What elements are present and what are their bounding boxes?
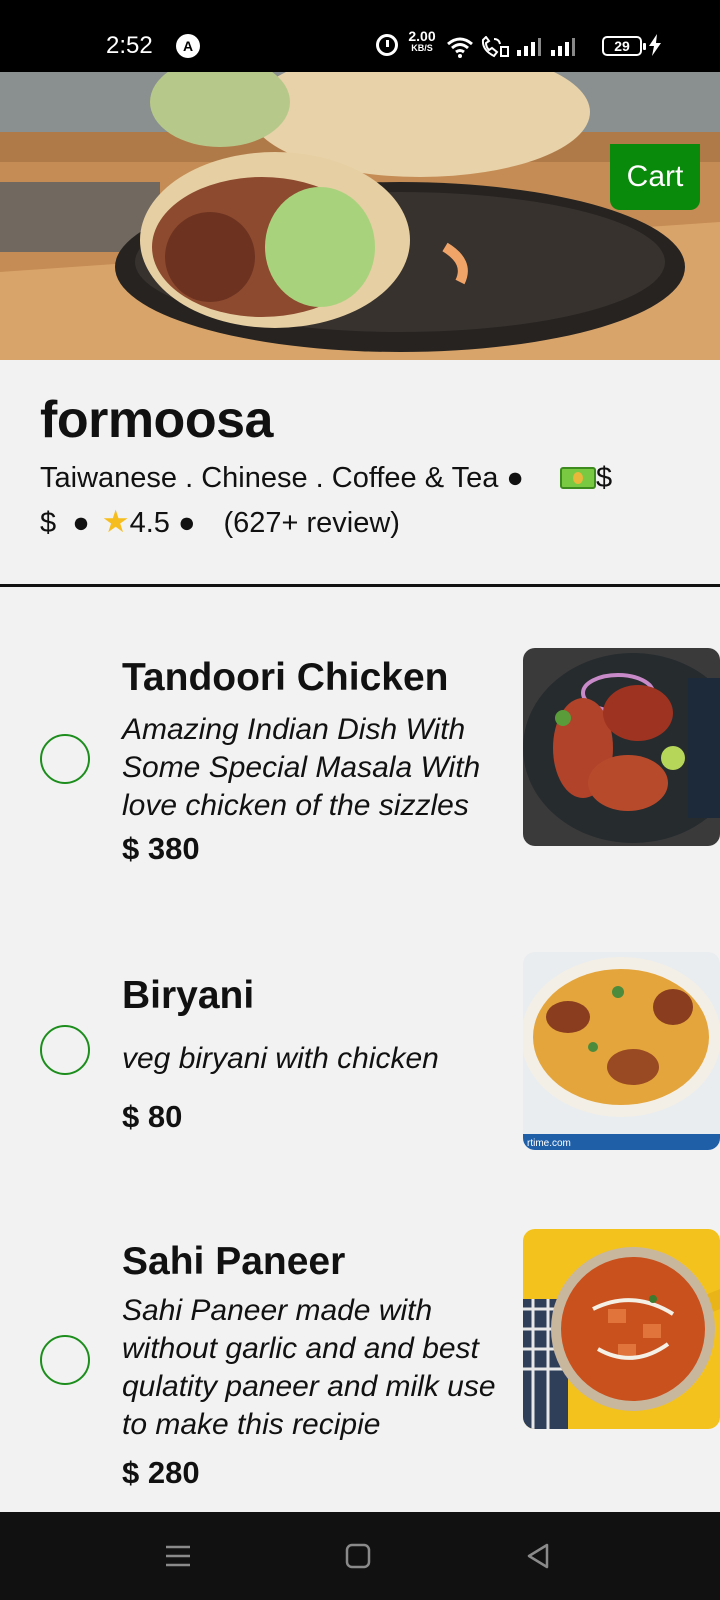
network-speed: 2.00 KB/S	[404, 28, 440, 54]
restaurant-info: formoosa Taiwanese . Chinese . Coffee & …	[0, 360, 720, 586]
price-level-tail: $	[595, 462, 613, 494]
item-price: $ 80	[122, 1099, 183, 1134]
meta-line-2: $ ● ★4.5 ● (627+ review)	[40, 500, 680, 545]
item-price: $ 280	[122, 1455, 200, 1490]
home-icon[interactable]	[340, 1538, 376, 1574]
item-title: Tandoori Chicken	[122, 656, 449, 699]
cuisine-tags: Taiwanese . Chinese . Coffee & Tea ●	[40, 462, 524, 494]
image-caption: rtime.com	[527, 1138, 571, 1149]
select-item-radio[interactable]	[40, 734, 90, 784]
restaurant-meta: Taiwanese . Chinese . Coffee & Tea ● $ $ …	[40, 456, 680, 545]
signal-icon	[551, 38, 575, 56]
system-navigation-bar	[0, 1512, 720, 1600]
review-count: (627+ review)	[223, 507, 400, 539]
meta-separator: ●	[169, 507, 196, 539]
item-image	[523, 1229, 720, 1429]
item-description: veg biryani with chicken	[122, 1042, 439, 1075]
restaurant-hero-image: Cart	[0, 72, 720, 360]
price-level-start: $ ●	[40, 507, 90, 539]
item-image	[523, 648, 720, 846]
menu-icon[interactable]	[160, 1538, 196, 1574]
star-icon: ★	[101, 504, 130, 539]
item-price: $ 380	[122, 831, 200, 866]
money-icon	[559, 467, 596, 489]
meta-line-1: Taiwanese . Chinese . Coffee & Tea ● $	[40, 456, 680, 500]
a-notification-icon: A	[176, 34, 200, 58]
status-time: 2:52	[106, 32, 153, 59]
call-icon	[481, 36, 509, 58]
status-bar: 2:52 A 2.00 KB/S 29	[0, 0, 720, 72]
item-image: rtime.com	[523, 952, 720, 1150]
network-speed-value: 2.00	[408, 28, 436, 44]
cart-button[interactable]: Cart	[610, 144, 700, 210]
rating-value: 4.5	[129, 507, 170, 539]
hero-food-illustration	[0, 72, 720, 360]
item-description: Amazing Indian Dish With Some Special Ma…	[122, 713, 481, 822]
restaurant-name: formoosa	[40, 391, 273, 449]
item-description: Sahi Paneer made with without garlic and…	[122, 1294, 496, 1441]
signal-icon	[517, 38, 541, 56]
wifi-icon	[447, 37, 473, 58]
alarm-icon	[376, 34, 398, 56]
item-title: Sahi Paneer	[122, 1240, 346, 1283]
section-divider	[0, 584, 720, 587]
back-icon[interactable]	[520, 1538, 556, 1574]
battery-icon: 29	[602, 36, 646, 56]
charging-bolt-icon	[649, 34, 661, 56]
item-title: Biryani	[122, 974, 255, 1017]
select-item-radio[interactable]	[40, 1025, 90, 1075]
select-item-radio[interactable]	[40, 1335, 90, 1385]
